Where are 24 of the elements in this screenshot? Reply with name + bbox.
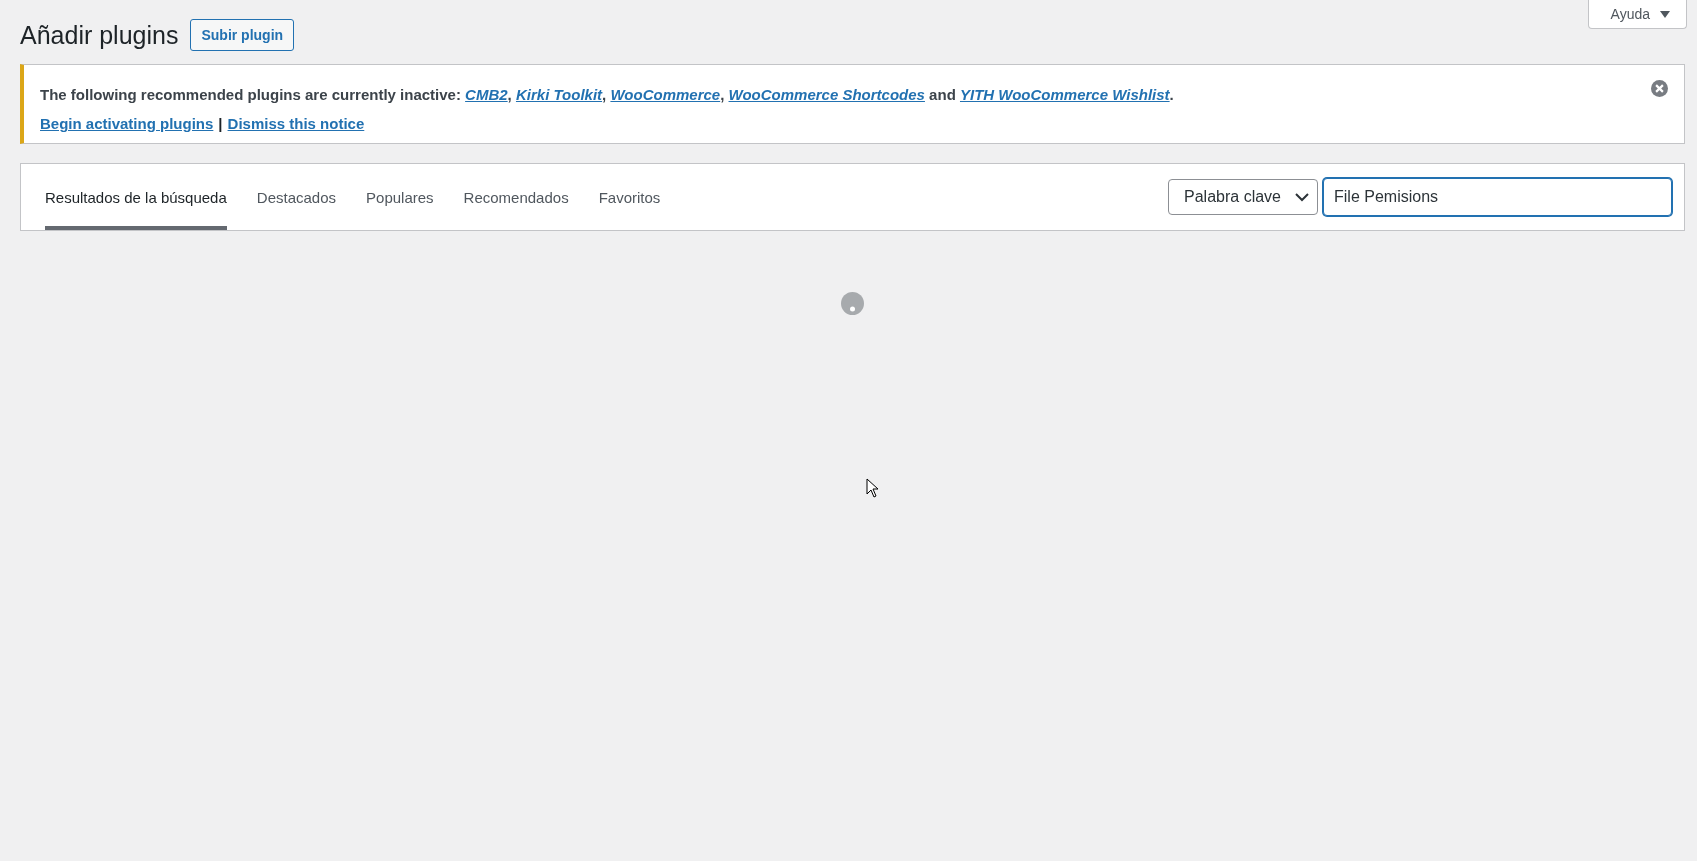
notice-message: The following recommended plugins are currently inactive: CMB2, Kirki Toolkit, WooCommerce, WooCommerce Shortcodes and YITH WooCommerce Wishlist. (40, 86, 1175, 103)
plugin-link[interactable]: YITH WooCommerce Wishlist (959, 86, 1170, 103)
page-title: Añadir plugins (20, 20, 179, 50)
chevron-down-icon (1295, 192, 1309, 202)
tab[interactable]: Resultados de la búsqueda (45, 164, 227, 230)
loading-spinner-icon (841, 292, 864, 315)
notice-action-link[interactable]: Begin activating plugins (40, 115, 214, 132)
help-button[interactable]: Ayuda (1587, 0, 1687, 29)
mouse-pointer-icon (866, 478, 879, 498)
plugin-link[interactable]: Kirki Toolkit (515, 86, 603, 103)
close-icon[interactable] (1651, 80, 1668, 97)
separator-text: | (218, 115, 223, 132)
upload-plugin-button[interactable]: Subir plugin (190, 19, 295, 51)
plugin-link[interactable]: CMB2 (465, 86, 508, 103)
tab[interactable]: Destacados (256, 164, 337, 230)
search-field[interactable]: File Pemisions (1323, 178, 1672, 216)
tab[interactable]: Recomendados (463, 164, 569, 230)
notice-action-link[interactable]: Dismiss this notice (227, 115, 365, 132)
plugin-link[interactable]: WooCommerce (610, 86, 721, 103)
tab[interactable]: Populares (366, 164, 434, 230)
caret-icon (1660, 10, 1670, 18)
plugin-link[interactable]: WooCommerce Shortcodes (728, 86, 925, 103)
search-type-dropdown[interactable]: Palabra clave (1168, 179, 1318, 215)
tab[interactable]: Favoritos (598, 164, 661, 230)
